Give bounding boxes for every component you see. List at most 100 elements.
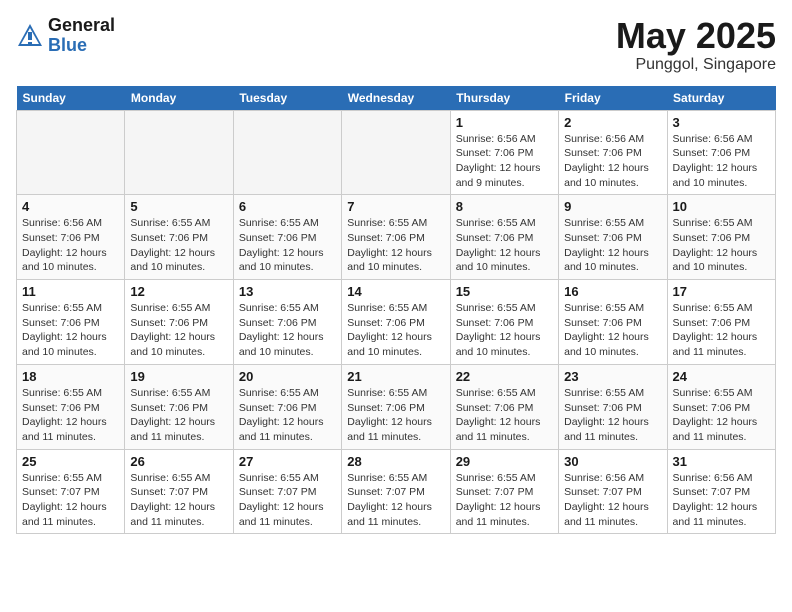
day-cell: 19Sunrise: 6:55 AM Sunset: 7:06 PM Dayli… xyxy=(125,364,233,449)
day-cell: 9 Sunrise: 6:55 AM Sunset: 7:06 PM Daylig… xyxy=(559,195,667,280)
day-number: 24 xyxy=(673,369,770,384)
day-cell: 1 Sunrise: 6:56 AM Sunset: 7:06 PM Daylig… xyxy=(450,110,558,195)
day-info: Sunrise: 6:55 AM Sunset: 7:06 PM Dayligh… xyxy=(239,216,336,275)
day-cell: 27Sunrise: 6:55 AM Sunset: 7:07 PM Dayli… xyxy=(233,449,341,534)
day-cell: 30 Sunrise: 6:56 AM Sunset: 7:07 PM Dayli… xyxy=(559,449,667,534)
day-cell: 28 Sunrise: 6:55 AM Sunset: 7:07 PM Dayli… xyxy=(342,449,450,534)
location-text: Punggol, Singapore xyxy=(616,56,776,74)
day-cell: 11 Sunrise: 6:55 AM Sunset: 7:06 PM Dayli… xyxy=(17,280,125,365)
day-cell: 7Sunrise: 6:55 AM Sunset: 7:06 PM Daylig… xyxy=(342,195,450,280)
day-cell: 22Sunrise: 6:55 AM Sunset: 7:06 PM Dayli… xyxy=(450,364,558,449)
logo-general-text: General xyxy=(48,16,115,36)
day-info: Sunrise: 6:55 AM Sunset: 7:06 PM Dayligh… xyxy=(347,216,444,275)
day-number: 30 xyxy=(564,454,661,469)
week-row-2: 4 Sunrise: 6:56 AM Sunset: 7:06 PM Daylig… xyxy=(17,195,776,280)
day-info: Sunrise: 6:56 AM Sunset: 7:06 PM Dayligh… xyxy=(456,132,553,191)
day-cell: 18 Sunrise: 6:55 AM Sunset: 7:06 PM Dayli… xyxy=(17,364,125,449)
header-tuesday: Tuesday xyxy=(233,86,341,111)
week-row-1: 1 Sunrise: 6:56 AM Sunset: 7:06 PM Daylig… xyxy=(17,110,776,195)
page-header: General Blue May 2025 Punggol, Singapore xyxy=(16,16,776,74)
day-cell: 6 Sunrise: 6:55 AM Sunset: 7:06 PM Daylig… xyxy=(233,195,341,280)
day-info: Sunrise: 6:56 AM Sunset: 7:06 PM Dayligh… xyxy=(564,132,661,191)
day-number: 31 xyxy=(673,454,770,469)
day-info: Sunrise: 6:56 AM Sunset: 7:06 PM Dayligh… xyxy=(673,132,770,191)
day-number: 8 xyxy=(456,199,553,214)
day-cell: 21 Sunrise: 6:55 AM Sunset: 7:06 PM Dayli… xyxy=(342,364,450,449)
day-info: Sunrise: 6:55 AM Sunset: 7:06 PM Dayligh… xyxy=(456,301,553,360)
day-cell: 17 Sunrise: 6:55 AM Sunset: 7:06 PM Dayli… xyxy=(667,280,775,365)
week-row-4: 18 Sunrise: 6:55 AM Sunset: 7:06 PM Dayli… xyxy=(17,364,776,449)
logo-text: General Blue xyxy=(48,16,115,56)
day-cell: 26 Sunrise: 6:55 AM Sunset: 7:07 PM Dayli… xyxy=(125,449,233,534)
day-number: 1 xyxy=(456,115,553,130)
day-cell: 20Sunrise: 6:55 AM Sunset: 7:06 PM Dayli… xyxy=(233,364,341,449)
day-cell: 29Sunrise: 6:55 AM Sunset: 7:07 PM Dayli… xyxy=(450,449,558,534)
calendar-table: SundayMondayTuesdayWednesdayThursdayFrid… xyxy=(16,86,776,535)
day-number: 3 xyxy=(673,115,770,130)
day-cell xyxy=(125,110,233,195)
week-row-3: 11 Sunrise: 6:55 AM Sunset: 7:06 PM Dayli… xyxy=(17,280,776,365)
day-cell: 8 Sunrise: 6:55 AM Sunset: 7:06 PM Daylig… xyxy=(450,195,558,280)
day-cell: 3 Sunrise: 6:56 AM Sunset: 7:06 PM Daylig… xyxy=(667,110,775,195)
week-row-5: 25Sunrise: 6:55 AM Sunset: 7:07 PM Dayli… xyxy=(17,449,776,534)
day-cell: 16Sunrise: 6:55 AM Sunset: 7:06 PM Dayli… xyxy=(559,280,667,365)
day-cell: 15 Sunrise: 6:55 AM Sunset: 7:06 PM Dayli… xyxy=(450,280,558,365)
calendar-header-row: SundayMondayTuesdayWednesdayThursdayFrid… xyxy=(17,86,776,111)
day-info: Sunrise: 6:55 AM Sunset: 7:06 PM Dayligh… xyxy=(347,386,444,445)
day-number: 26 xyxy=(130,454,227,469)
day-number: 13 xyxy=(239,284,336,299)
day-cell: 4 Sunrise: 6:56 AM Sunset: 7:06 PM Daylig… xyxy=(17,195,125,280)
day-cell: 23Sunrise: 6:55 AM Sunset: 7:06 PM Dayli… xyxy=(559,364,667,449)
day-info: Sunrise: 6:55 AM Sunset: 7:07 PM Dayligh… xyxy=(239,471,336,530)
day-info: Sunrise: 6:55 AM Sunset: 7:06 PM Dayligh… xyxy=(239,301,336,360)
day-info: Sunrise: 6:55 AM Sunset: 7:06 PM Dayligh… xyxy=(239,386,336,445)
day-cell: 14 Sunrise: 6:55 AM Sunset: 7:06 PM Dayli… xyxy=(342,280,450,365)
day-info: Sunrise: 6:55 AM Sunset: 7:06 PM Dayligh… xyxy=(130,301,227,360)
day-info: Sunrise: 6:55 AM Sunset: 7:06 PM Dayligh… xyxy=(22,386,119,445)
month-title: May 2025 xyxy=(616,16,776,56)
day-number: 14 xyxy=(347,284,444,299)
day-info: Sunrise: 6:55 AM Sunset: 7:07 PM Dayligh… xyxy=(456,471,553,530)
day-info: Sunrise: 6:55 AM Sunset: 7:07 PM Dayligh… xyxy=(347,471,444,530)
day-cell: 31Sunrise: 6:56 AM Sunset: 7:07 PM Dayli… xyxy=(667,449,775,534)
logo-blue-text: Blue xyxy=(48,36,115,56)
day-number: 23 xyxy=(564,369,661,384)
day-cell: 5Sunrise: 6:55 AM Sunset: 7:06 PM Daylig… xyxy=(125,195,233,280)
day-number: 9 xyxy=(564,199,661,214)
day-number: 5 xyxy=(130,199,227,214)
day-number: 10 xyxy=(673,199,770,214)
day-info: Sunrise: 6:55 AM Sunset: 7:06 PM Dayligh… xyxy=(673,386,770,445)
day-number: 17 xyxy=(673,284,770,299)
day-number: 4 xyxy=(22,199,119,214)
day-info: Sunrise: 6:55 AM Sunset: 7:06 PM Dayligh… xyxy=(22,301,119,360)
day-info: Sunrise: 6:56 AM Sunset: 7:06 PM Dayligh… xyxy=(22,216,119,275)
header-thursday: Thursday xyxy=(450,86,558,111)
header-monday: Monday xyxy=(125,86,233,111)
day-info: Sunrise: 6:55 AM Sunset: 7:06 PM Dayligh… xyxy=(673,216,770,275)
day-number: 2 xyxy=(564,115,661,130)
day-info: Sunrise: 6:55 AM Sunset: 7:06 PM Dayligh… xyxy=(456,216,553,275)
header-friday: Friday xyxy=(559,86,667,111)
day-cell: 13 Sunrise: 6:55 AM Sunset: 7:06 PM Dayli… xyxy=(233,280,341,365)
day-cell xyxy=(233,110,341,195)
day-number: 6 xyxy=(239,199,336,214)
day-number: 28 xyxy=(347,454,444,469)
day-number: 11 xyxy=(22,284,119,299)
title-block: May 2025 Punggol, Singapore xyxy=(616,16,776,74)
day-cell: 24 Sunrise: 6:55 AM Sunset: 7:06 PM Dayli… xyxy=(667,364,775,449)
day-info: Sunrise: 6:55 AM Sunset: 7:07 PM Dayligh… xyxy=(130,471,227,530)
day-info: Sunrise: 6:56 AM Sunset: 7:07 PM Dayligh… xyxy=(564,471,661,530)
day-number: 21 xyxy=(347,369,444,384)
day-cell: 10 Sunrise: 6:55 AM Sunset: 7:06 PM Dayli… xyxy=(667,195,775,280)
day-info: Sunrise: 6:55 AM Sunset: 7:06 PM Dayligh… xyxy=(347,301,444,360)
logo: General Blue xyxy=(16,16,115,56)
day-cell xyxy=(17,110,125,195)
day-info: Sunrise: 6:55 AM Sunset: 7:06 PM Dayligh… xyxy=(456,386,553,445)
day-info: Sunrise: 6:55 AM Sunset: 7:06 PM Dayligh… xyxy=(130,386,227,445)
day-number: 15 xyxy=(456,284,553,299)
day-info: Sunrise: 6:55 AM Sunset: 7:06 PM Dayligh… xyxy=(673,301,770,360)
day-number: 18 xyxy=(22,369,119,384)
day-info: Sunrise: 6:55 AM Sunset: 7:06 PM Dayligh… xyxy=(564,216,661,275)
header-saturday: Saturday xyxy=(667,86,775,111)
day-number: 12 xyxy=(130,284,227,299)
